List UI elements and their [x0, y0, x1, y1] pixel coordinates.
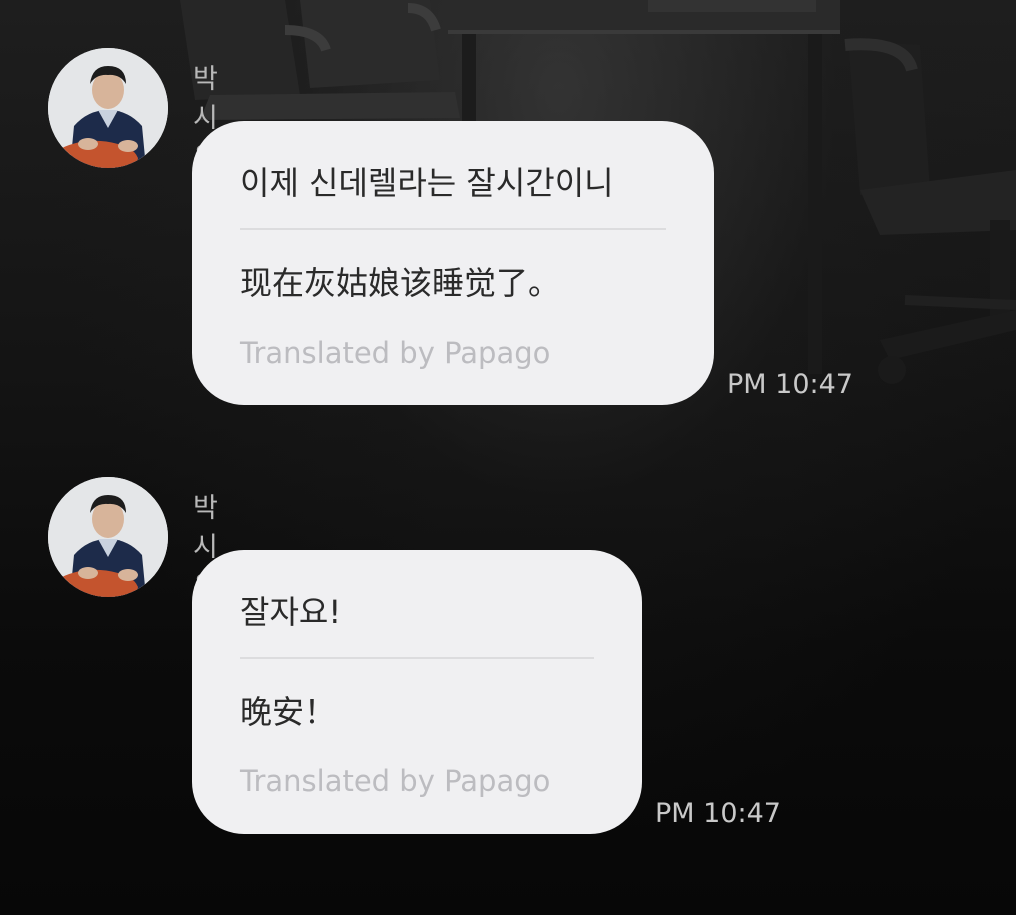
- translated-text: 现在灰姑娘该睡觉了。: [240, 264, 561, 302]
- translation-credit: Translated by Papago: [240, 336, 551, 370]
- avatar[interactable]: [48, 48, 168, 168]
- translated-text: 晚安！: [240, 693, 337, 731]
- translation-credit: Translated by Papago: [240, 764, 551, 798]
- divider: [240, 228, 666, 230]
- divider: [240, 657, 594, 659]
- original-text: 잘자요!: [240, 593, 342, 631]
- profile-photo-icon: [48, 477, 168, 597]
- message-time: PM 10:47: [727, 369, 853, 400]
- profile-photo-icon: [48, 48, 168, 168]
- avatar[interactable]: [48, 477, 168, 597]
- message-time: PM 10:47: [655, 798, 781, 829]
- message-bubble[interactable]: 이제 신데렐라는 잘시간이니 现在灰姑娘该睡觉了。 Translated by …: [192, 121, 714, 405]
- original-text: 이제 신데렐라는 잘시간이니: [240, 164, 614, 202]
- message-bubble[interactable]: 잘자요! 晚安！ Translated by Papago: [192, 550, 642, 834]
